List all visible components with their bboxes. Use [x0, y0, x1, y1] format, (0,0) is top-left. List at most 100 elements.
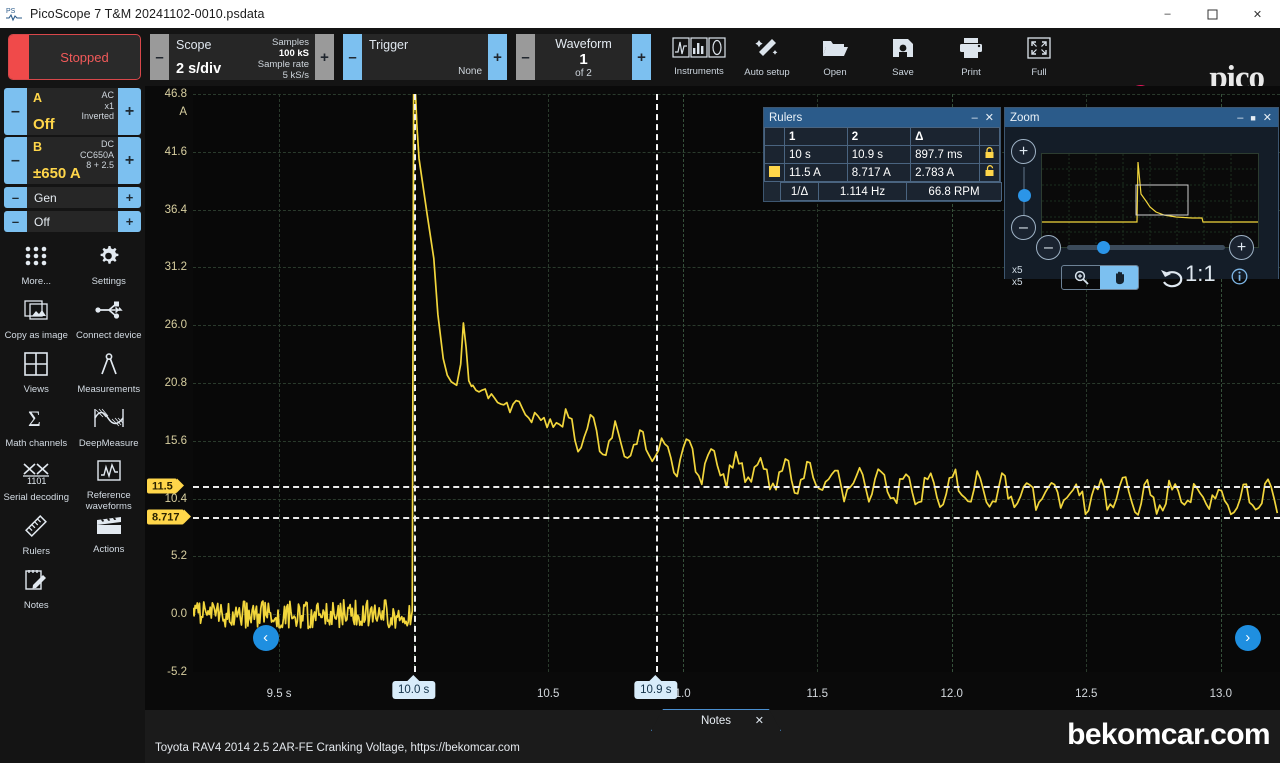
auto-setup-button[interactable]: Auto setup [735, 32, 799, 82]
sidebar-item-reference-waveforms[interactable]: Reference waveforms [73, 456, 146, 512]
status-stopped-button[interactable]: Stopped [8, 34, 141, 80]
samples-label: Samples [272, 37, 309, 48]
lock-icon[interactable] [978, 145, 1001, 164]
notes-text[interactable]: Toyota RAV4 2014 2.5 2AR-FE Cranking Vol… [155, 742, 520, 754]
channel-a[interactable]: – A Off AC x1 Inverted + [4, 88, 141, 135]
rulers-minimize-button[interactable]: – [972, 112, 978, 124]
zoom-vertical-out-button[interactable]: – [1011, 215, 1036, 240]
instruments-button[interactable]: Instruments [667, 32, 731, 82]
zoom-window-titlebar[interactable]: Zoom – ■ ✕ [1005, 108, 1278, 127]
sidebar-item-connect-device[interactable]: Connect device [73, 294, 146, 348]
minimize-button[interactable]: – [1145, 0, 1190, 28]
vertical-ruler-line[interactable] [655, 94, 658, 672]
maximize-button[interactable] [1190, 0, 1235, 28]
scope-sample-info: Samples 100 kS Sample rate 5 kS/s [258, 37, 309, 81]
channel-a-decrease[interactable]: – [4, 88, 27, 135]
scope-decrease-button[interactable]: – [150, 34, 169, 80]
zoom-overview-plot[interactable] [1041, 153, 1259, 248]
channel-b-body[interactable]: B ±650 A DC CC650A 8 + 2.5 [27, 137, 118, 184]
sidebar-label-views: Views [23, 384, 49, 395]
scope-body[interactable]: Scope 2 s/div Samples 100 kS Sample rate… [169, 34, 315, 81]
channel-b-decrease[interactable]: – [4, 137, 27, 184]
sidebar-item-settings[interactable]: Settings [73, 240, 146, 294]
notes-tab[interactable]: Notes ✕ [651, 709, 781, 731]
rulers-close-button[interactable]: ✕ [985, 111, 994, 124]
info-icon[interactable] [1231, 268, 1248, 290]
svg-text:1101: 1101 [27, 476, 46, 484]
sidebar-item-serial-decoding[interactable]: 1101 Serial decoding [0, 456, 73, 510]
horizontal-ruler-label[interactable]: 11.5 [147, 478, 184, 494]
gen-state-increase[interactable]: + [118, 211, 141, 232]
zoom-vertical-in-button[interactable]: + [1011, 139, 1036, 164]
channel-b[interactable]: – B ±650 A DC CC650A 8 + 2.5 + [4, 137, 141, 184]
sidebar-item-notes[interactable]: Notes [0, 564, 73, 618]
sidebar-item-copy-as-image[interactable]: Copy as image [0, 294, 73, 348]
channel-a-increase[interactable]: + [118, 88, 141, 135]
waveform-body[interactable]: Waveform 1 of 2 [535, 34, 632, 80]
rulers-inverse-delta-label: 1/Δ [780, 182, 819, 201]
save-button[interactable]: Save [871, 32, 935, 82]
zoom-horizontal-in-button[interactable]: + [1229, 235, 1254, 260]
channel-b-increase[interactable]: + [118, 137, 141, 184]
hand-icon[interactable] [1100, 266, 1138, 289]
vertical-ruler-line[interactable] [413, 94, 416, 672]
waveform-decrease-button[interactable]: – [516, 34, 535, 80]
sidebar-item-math-channels[interactable]: Σ Math channels [0, 402, 73, 456]
waveform-count: of 2 [575, 68, 592, 79]
horizontal-ruler-label[interactable]: 8.717 [147, 509, 190, 525]
vertical-ruler-label[interactable]: 10.9 s [634, 675, 678, 699]
zoom-window-body: + – – + x5 x5 1:1 [1005, 127, 1278, 290]
y-axis-tick-label: 36.4 [164, 203, 187, 216]
channel-a-body[interactable]: A Off AC x1 Inverted [27, 88, 118, 135]
zoom-restore-button[interactable]: ■ [1250, 113, 1255, 123]
gen-row[interactable]: – Gen + [4, 187, 141, 208]
reference-waveform-icon [97, 460, 121, 487]
rulers-window[interactable]: Rulers – ✕ 1 2 Δ 10 s 10.9 s 897.7 ms 11… [763, 107, 1002, 202]
next-waveform-button[interactable]: › [1234, 624, 1261, 651]
sidebar-item-views[interactable]: Views [0, 348, 73, 402]
sidebar-item-rulers[interactable]: Rulers [0, 510, 73, 564]
zoom-close-button[interactable]: ✕ [1263, 111, 1272, 124]
gen-state-decrease[interactable]: – [4, 211, 27, 232]
auto-setup-icon [755, 37, 779, 64]
waveform-increase-button[interactable]: + [632, 34, 651, 80]
close-button[interactable]: ✕ [1235, 0, 1280, 28]
magnifier-icon[interactable] [1062, 266, 1100, 289]
open-button[interactable]: Open [803, 32, 867, 82]
zoom-mode-toggle[interactable] [1061, 265, 1139, 290]
horizontal-ruler-line[interactable] [193, 486, 1280, 489]
sidebar-item-deepmeasure[interactable]: DeepMeasure [73, 402, 146, 456]
waveform-title: Waveform [555, 37, 612, 51]
zoom-horizontal-handle[interactable] [1097, 241, 1110, 254]
print-button[interactable]: Print [939, 32, 1003, 82]
gen-decrease[interactable]: – [4, 187, 27, 208]
zoom-horizontal-track[interactable] [1067, 245, 1225, 250]
serial-decoding-icon: 1101 [21, 460, 51, 489]
notes-tab-close-icon[interactable]: ✕ [755, 714, 764, 727]
trigger-decrease-button[interactable]: – [343, 34, 362, 80]
full-button[interactable]: Full [1007, 32, 1071, 82]
sidebar-label-copy-as-image: Copy as image [4, 330, 68, 341]
horizontal-ruler-line[interactable] [193, 517, 1280, 520]
zoom-minimize-button[interactable]: – [1237, 112, 1243, 124]
sidebar-item-measurements[interactable]: Measurements [73, 348, 146, 402]
y-axis-tick-label: 10.4 [164, 492, 187, 505]
trigger-increase-button[interactable]: + [488, 34, 507, 80]
zoom-window[interactable]: Zoom – ■ ✕ + – – + x5 x5 1:1 [1004, 107, 1279, 290]
sidebar-item-actions[interactable]: Actions [73, 510, 146, 564]
rulers-header-swatch [764, 127, 785, 146]
undo-arrow-icon[interactable] [1159, 266, 1185, 293]
gen-increase[interactable]: + [118, 187, 141, 208]
zoom-horizontal-out-button[interactable]: – [1036, 235, 1061, 260]
vertical-ruler-label[interactable]: 10.0 s [391, 675, 436, 699]
sidebar-item-more[interactable]: More... [0, 240, 73, 294]
zoom-ratio-label[interactable]: 1:1 [1185, 261, 1216, 287]
zoom-vertical-handle[interactable] [1017, 189, 1031, 202]
trigger-body[interactable]: Trigger None [362, 34, 488, 80]
rulers-window-titlebar[interactable]: Rulers – ✕ [764, 108, 1000, 127]
scope-increase-button[interactable]: + [315, 34, 334, 80]
unlock-icon[interactable] [978, 163, 1001, 182]
gen-state-row[interactable]: – Off + [4, 211, 141, 232]
y-axis-tick-label: 41.6 [164, 145, 187, 158]
previous-waveform-button[interactable]: ‹ [252, 624, 279, 651]
